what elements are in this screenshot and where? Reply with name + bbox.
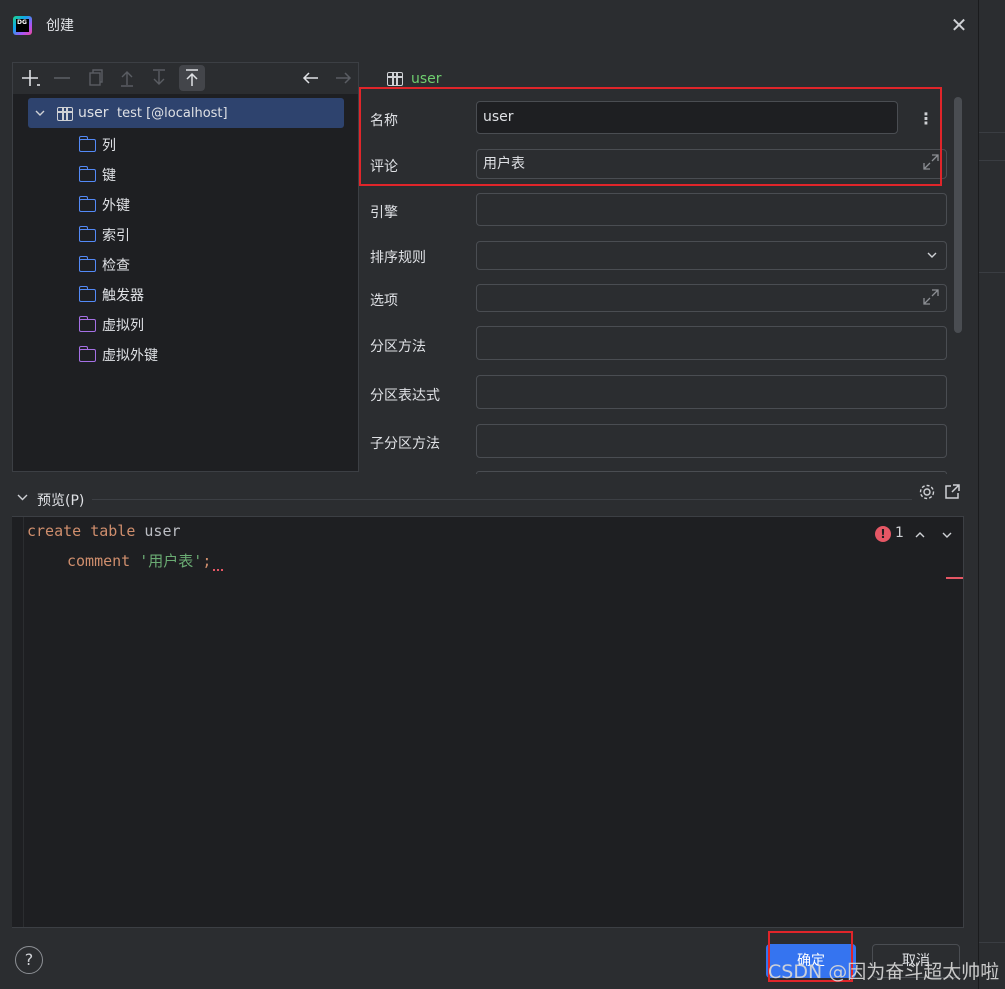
help-icon[interactable]: ? bbox=[15, 946, 43, 974]
move-top-icon[interactable] bbox=[179, 65, 205, 91]
annotation-highlight-box bbox=[359, 87, 942, 186]
chevron-down-icon[interactable] bbox=[35, 108, 45, 118]
root-datasource: test [@localhost] bbox=[117, 106, 228, 121]
form-scrollbar[interactable] bbox=[954, 97, 962, 333]
subpartition-method-input[interactable] bbox=[476, 424, 947, 458]
keyword-table: table bbox=[90, 522, 136, 540]
expand-icon[interactable] bbox=[922, 288, 940, 306]
folder-icon bbox=[78, 136, 96, 152]
open-in-editor-icon[interactable] bbox=[942, 482, 962, 502]
error-icon: ! bbox=[875, 526, 891, 542]
folder-icon bbox=[78, 256, 96, 272]
folder-icon bbox=[78, 196, 96, 212]
tree-item-virtual-columns[interactable]: 虚拟列 bbox=[102, 315, 144, 335]
move-up-icon[interactable] bbox=[114, 65, 140, 91]
forward-icon[interactable] bbox=[330, 65, 356, 91]
next-error-icon[interactable] bbox=[941, 525, 953, 548]
folder-icon bbox=[78, 226, 96, 242]
table-icon bbox=[387, 72, 403, 86]
dialog-title: 创建 bbox=[46, 18, 74, 34]
table-icon bbox=[57, 107, 73, 121]
preview-title: 预览(P) bbox=[37, 493, 85, 509]
partition-expression-label: 分区表达式 bbox=[370, 388, 440, 404]
table-identifier: user bbox=[144, 522, 181, 540]
virtual-folder-icon bbox=[78, 346, 96, 362]
gear-icon[interactable] bbox=[917, 482, 937, 502]
error-underline bbox=[213, 565, 223, 571]
move-down-icon[interactable] bbox=[146, 65, 172, 91]
folder-icon bbox=[78, 166, 96, 182]
datagrip-logo-icon: DG bbox=[13, 16, 32, 35]
tree-root-label: user test [@localhost] bbox=[78, 105, 228, 121]
close-icon[interactable]: ✕ bbox=[948, 14, 970, 36]
partition-expression-input[interactable] bbox=[476, 375, 947, 409]
error-count: 1 bbox=[895, 525, 904, 541]
collation-label: 排序规则 bbox=[370, 250, 426, 266]
structure-tree bbox=[12, 94, 359, 472]
tree-item-triggers[interactable]: 触发器 bbox=[102, 285, 144, 305]
watermark: CSDN @因为奋斗超太帅啦 bbox=[768, 961, 1000, 983]
edge-divider bbox=[978, 160, 1005, 161]
copy-icon[interactable] bbox=[82, 65, 108, 91]
editor-gutter bbox=[12, 517, 24, 927]
previous-error-icon[interactable] bbox=[914, 525, 926, 548]
tree-item-indexes[interactable]: 索引 bbox=[102, 225, 130, 245]
tree-item-columns[interactable]: 列 bbox=[102, 135, 116, 155]
sql-preview-editor[interactable] bbox=[12, 516, 964, 928]
keyword-comment: comment bbox=[67, 552, 131, 570]
comment-string: '用户表' bbox=[139, 552, 203, 570]
partition-method-label: 分区方法 bbox=[370, 339, 426, 355]
edge-divider bbox=[978, 942, 1005, 943]
folder-icon bbox=[78, 286, 96, 302]
root-name: user bbox=[78, 105, 109, 121]
subpartition-method-label: 子分区方法 bbox=[370, 436, 440, 452]
edge-divider bbox=[978, 272, 1005, 273]
keyword-create: create bbox=[27, 522, 82, 540]
logo-text: DG bbox=[16, 19, 29, 32]
error-stripe-marker[interactable] bbox=[946, 577, 963, 579]
options-label: 选项 bbox=[370, 293, 398, 309]
code-line-2: comment '用户表'; bbox=[67, 550, 211, 571]
tree-item-keys[interactable]: 键 bbox=[102, 165, 116, 185]
engine-input[interactable] bbox=[476, 193, 947, 226]
background-window-edge bbox=[978, 0, 1005, 989]
next-field-edge bbox=[476, 471, 947, 474]
preview-divider bbox=[92, 499, 912, 500]
virtual-folder-icon bbox=[78, 316, 96, 332]
chevron-down-icon[interactable] bbox=[926, 242, 938, 279]
preview-header[interactable]: 预览(P) bbox=[12, 487, 974, 515]
statement-terminator: ; bbox=[202, 552, 212, 570]
chevron-down-icon[interactable] bbox=[17, 492, 28, 506]
collation-select[interactable] bbox=[476, 241, 947, 270]
engine-label: 引擎 bbox=[370, 205, 398, 221]
edge-divider bbox=[978, 132, 1005, 133]
back-icon[interactable] bbox=[298, 65, 324, 91]
title-bar: DG 创建 ✕ bbox=[0, 0, 978, 50]
code-line-1: create table user bbox=[27, 522, 181, 540]
tree-item-foreign-keys[interactable]: 外键 bbox=[102, 195, 130, 215]
tree-toolbar bbox=[12, 62, 360, 94]
remove-icon[interactable] bbox=[49, 65, 75, 91]
add-icon[interactable] bbox=[17, 65, 43, 91]
create-table-dialog: DG 创建 ✕ user test [@localhost] 列 键 外键 索引… bbox=[0, 0, 979, 989]
tab-label: user bbox=[411, 71, 442, 87]
partition-method-input[interactable] bbox=[476, 326, 947, 360]
tree-item-virtual-foreign-keys[interactable]: 虚拟外键 bbox=[102, 345, 158, 365]
tree-item-checks[interactable]: 检查 bbox=[102, 255, 130, 275]
options-input[interactable] bbox=[476, 284, 947, 312]
